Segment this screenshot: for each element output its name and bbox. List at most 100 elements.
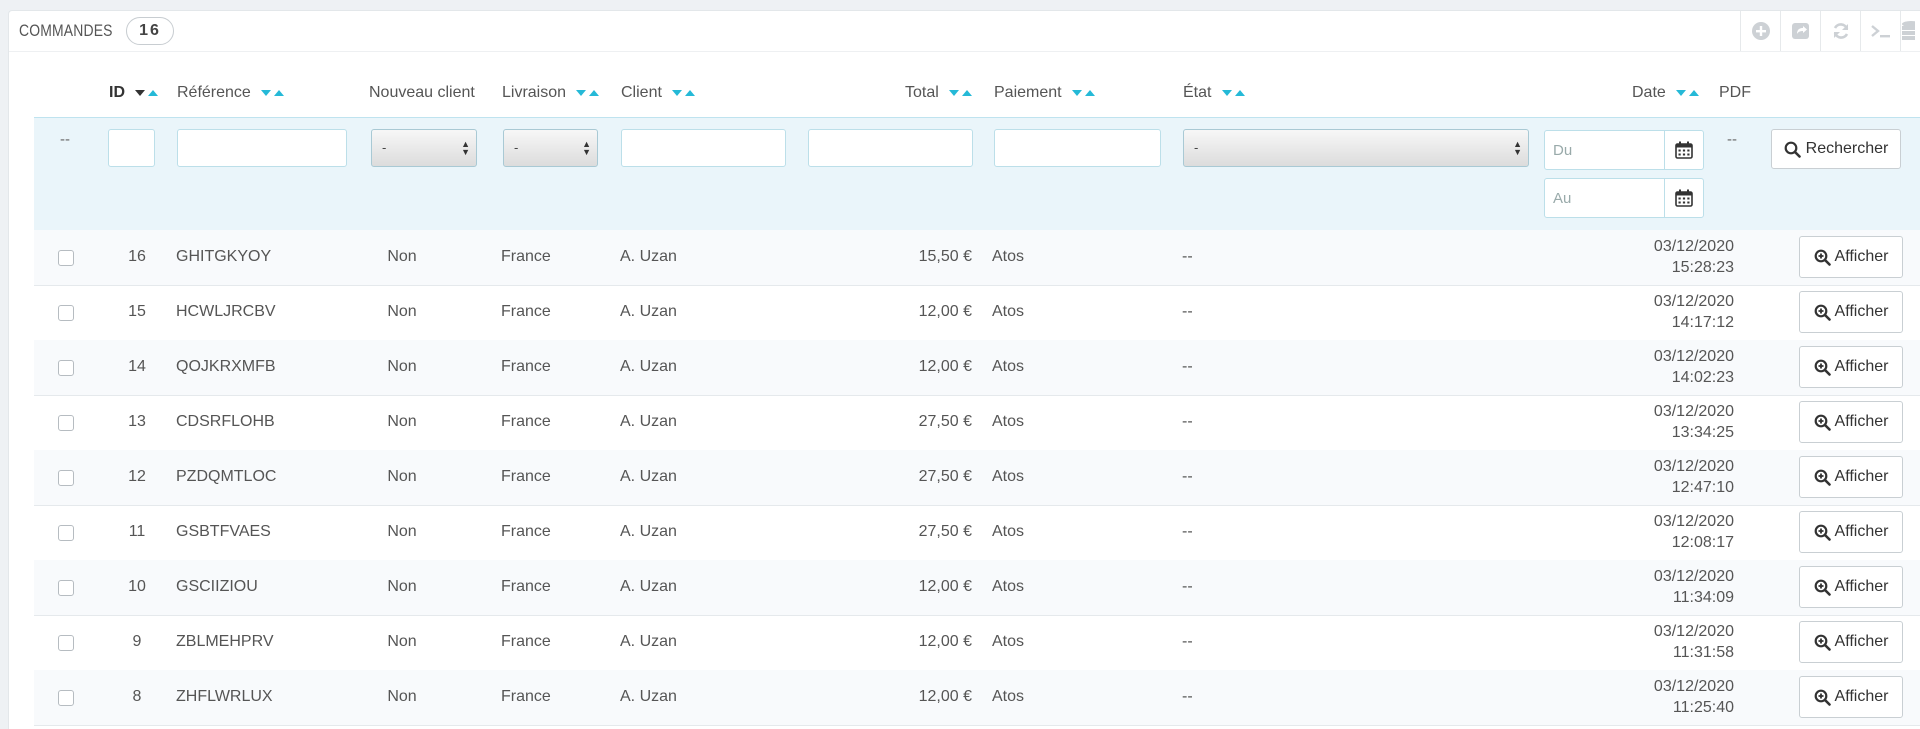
order-country: France [501,633,551,650]
row-checkbox[interactable] [58,360,74,376]
order-country: France [501,303,551,320]
state-filter-select[interactable]: - ▲ ▼ [1183,129,1529,167]
table-row[interactable]: 13 CDSRFLOHB Non France A. Uzan 27,50 € Atos --… [34,395,1920,451]
date-to-placeholder: Au [1553,190,1572,207]
order-date: 03/12/2020 11:34:09 [1594,566,1734,608]
search-button[interactable]: Rechercher [1771,129,1901,169]
view-order-button[interactable]: Afficher [1799,511,1903,553]
column-total-header[interactable]: Total [905,84,973,102]
order-client: A. Uzan [620,578,677,595]
order-date-day: 03/12/2020 [1653,403,1734,420]
total-filter-input[interactable] [808,129,973,167]
order-date-time: 14:02:23 [1671,369,1734,386]
order-date: 03/12/2020 14:17:12 [1594,291,1734,333]
view-order-label: Afficher [1834,358,1889,375]
calendar-icon[interactable] [1664,179,1703,217]
view-order-label: Afficher [1834,523,1889,540]
view-order-label: Afficher [1834,633,1889,650]
column-client-header[interactable]: Client [621,84,696,102]
view-order-button[interactable]: Afficher [1799,456,1903,498]
refresh-icon[interactable] [1820,11,1860,51]
order-state: -- [1182,358,1193,375]
order-country: France [501,688,551,705]
order-payment: Atos [992,523,1025,540]
delivery-filter-select[interactable]: - ▲ ▼ [503,129,598,167]
panel-title: COMMANDES [19,21,113,40]
date-to-input[interactable]: Au [1544,178,1704,218]
add-icon[interactable] [1740,11,1780,51]
row-checkbox[interactable] [58,470,74,486]
reference-filter-input[interactable] [177,129,347,167]
order-date-day: 03/12/2020 [1653,678,1734,695]
view-order-button[interactable]: Afficher [1799,676,1903,718]
order-id: 12 [128,468,146,485]
database-icon[interactable] [1900,11,1920,51]
table-row[interactable]: 11 GSBTFVAES Non France A. Uzan 27,50 € Atos --… [34,505,1920,561]
order-date-time: 12:08:17 [1671,534,1734,551]
payment-filter-input[interactable] [994,129,1161,167]
sort-arrows-icon[interactable] [1221,84,1245,102]
column-payment-header[interactable]: Paiement [994,84,1096,102]
id-filter-input[interactable] [108,129,155,167]
column-total-label: Total [905,84,939,102]
row-checkbox[interactable] [58,305,74,321]
date-from-input[interactable]: Du [1544,130,1704,170]
row-checkbox[interactable] [58,580,74,596]
row-checkbox[interactable] [58,415,74,431]
row-checkbox[interactable] [58,690,74,706]
order-date: 03/12/2020 12:08:17 [1594,511,1734,553]
order-client: A. Uzan [620,248,677,265]
order-reference: ZBLMEHPRV [176,633,274,650]
order-date-day: 03/12/2020 [1653,623,1734,640]
delivery-select-value: - [514,140,519,155]
view-order-button[interactable]: Afficher [1799,566,1903,608]
column-date-header[interactable]: Date [1632,84,1700,102]
view-order-button[interactable]: Afficher [1799,291,1903,333]
table-row[interactable]: 12 PZDQMTLOC Non France A. Uzan 27,50 € Atos --… [34,450,1920,506]
view-order-button[interactable]: Afficher [1799,401,1903,443]
sort-arrows-icon[interactable] [672,84,696,102]
sort-arrows-icon[interactable] [949,84,973,102]
zoom-in-icon [1814,689,1831,706]
table-row[interactable]: 16 GHITGKYOY Non France A. Uzan 15,50 € Atos --… [34,230,1920,286]
order-total: 27,50 € [918,413,972,430]
zoom-in-icon [1814,634,1831,651]
row-checkbox[interactable] [58,250,74,266]
column-state-header[interactable]: État [1183,84,1245,102]
column-id-header[interactable]: ID [109,84,159,102]
table-row[interactable]: 10 GSCIIZIOU Non France A. Uzan 12,00 € Atos --… [34,560,1920,616]
row-checkbox[interactable] [58,635,74,651]
new-client-filter-select[interactable]: - ▲ ▼ [371,129,477,167]
zoom-in-icon [1814,524,1831,541]
order-new-client: Non [387,303,417,320]
order-country: France [501,358,551,375]
order-client: A. Uzan [620,303,677,320]
order-client: A. Uzan [620,523,677,540]
sort-arrows-icon[interactable] [1676,84,1700,102]
table-row[interactable]: 9 ZBLMEHPRV Non France A. Uzan 12,00 € Atos -- 0… [34,615,1920,671]
sort-arrows-icon[interactable] [261,84,285,102]
column-delivery-header[interactable]: Livraison [502,84,600,102]
table-row[interactable]: 15 HCWLJRCBV Non France A. Uzan 12,00 € Atos --… [34,285,1920,341]
sql-query-icon[interactable] [1860,11,1900,51]
table-row[interactable]: 14 QOJKRXMFB Non France A. Uzan 12,00 € Atos --… [34,340,1920,396]
client-filter-input[interactable] [621,129,786,167]
view-order-button[interactable]: Afficher [1799,621,1903,663]
table-row[interactable]: 8 ZHFLWRLUX Non France A. Uzan 12,00 € Atos -- 0… [34,670,1920,726]
sort-arrows-icon[interactable] [1072,84,1096,102]
column-pdf-label: PDF [1719,84,1751,101]
order-date: 03/12/2020 11:31:58 [1594,621,1734,663]
order-state: -- [1182,303,1193,320]
view-order-button[interactable]: Afficher [1799,346,1903,388]
export-icon[interactable] [1780,11,1820,51]
sort-arrows-icon[interactable] [135,84,159,102]
view-order-label: Afficher [1834,303,1889,320]
order-total: 12,00 € [918,633,972,650]
row-checkbox[interactable] [58,525,74,541]
view-order-button[interactable]: Afficher [1799,236,1903,278]
calendar-icon[interactable] [1664,131,1703,169]
state-select-value: - [1194,140,1199,155]
order-id: 9 [132,633,142,650]
sort-arrows-icon[interactable] [576,84,600,102]
column-reference-header[interactable]: Référence [177,84,285,102]
